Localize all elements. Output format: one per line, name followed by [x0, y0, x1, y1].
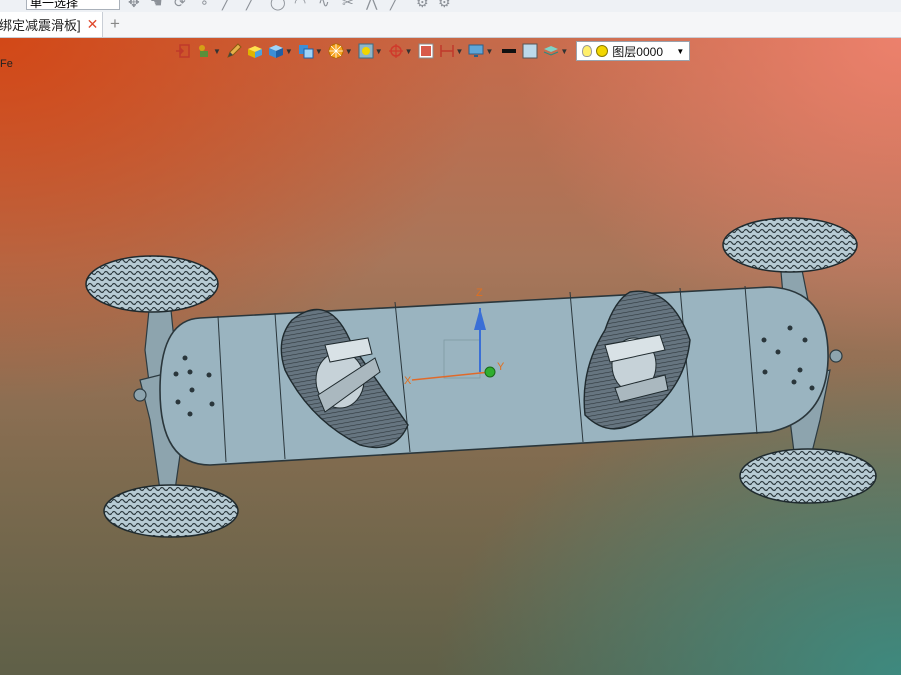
add-tab-button[interactable]: + — [110, 14, 120, 34]
document-tabbar: 绑定减震滑板] ✕ + — [0, 12, 901, 38]
extend-icon[interactable]: ╱ — [390, 0, 398, 11]
rotate-icon[interactable]: ⟳ — [174, 0, 186, 11]
select-arrow-icon[interactable]: ✥ — [128, 0, 140, 11]
axis-z-label: Z — [476, 287, 483, 299]
axis-y-label: Y — [497, 361, 505, 373]
line2-icon[interactable]: ╱ — [246, 0, 254, 11]
close-tab-icon[interactable]: ✕ — [87, 16, 99, 33]
document-tab-label: 绑定减震滑板] — [0, 18, 81, 33]
wheel-back-left — [103, 484, 239, 538]
axis-x-label: X — [404, 375, 412, 387]
trim-icon[interactable]: ✂ — [342, 0, 354, 11]
circle-icon[interactable]: ◯ — [270, 0, 286, 11]
offset-icon[interactable]: ⋀ — [366, 0, 377, 11]
wheel-front-right — [722, 217, 858, 273]
selection-mode-select[interactable]: 单一选择 — [26, 0, 120, 10]
3d-viewport[interactable]: Fe ▼ ▼ ▼ ▼ ▼ ▼ ▼ ▼ ▼ 图层0000 ▼ Z Y X — [0, 38, 901, 675]
gear-icon[interactable]: ⚙ — [416, 0, 429, 11]
wheel-back-right — [739, 448, 877, 504]
point-icon[interactable]: ∘ — [200, 0, 209, 11]
settings-icon[interactable]: ⚙ — [438, 0, 451, 11]
skateboard-model[interactable]: Z Y X — [0, 38, 901, 675]
wheel-front-left — [85, 255, 219, 313]
document-tab[interactable]: 绑定减震滑板] ✕ — [0, 12, 103, 37]
hand-icon[interactable]: ☚ — [150, 0, 163, 11]
spline-icon[interactable]: ∿ — [318, 0, 330, 11]
arc-icon[interactable]: ◠ — [294, 0, 306, 11]
line-icon[interactable]: ╱ — [222, 0, 230, 11]
